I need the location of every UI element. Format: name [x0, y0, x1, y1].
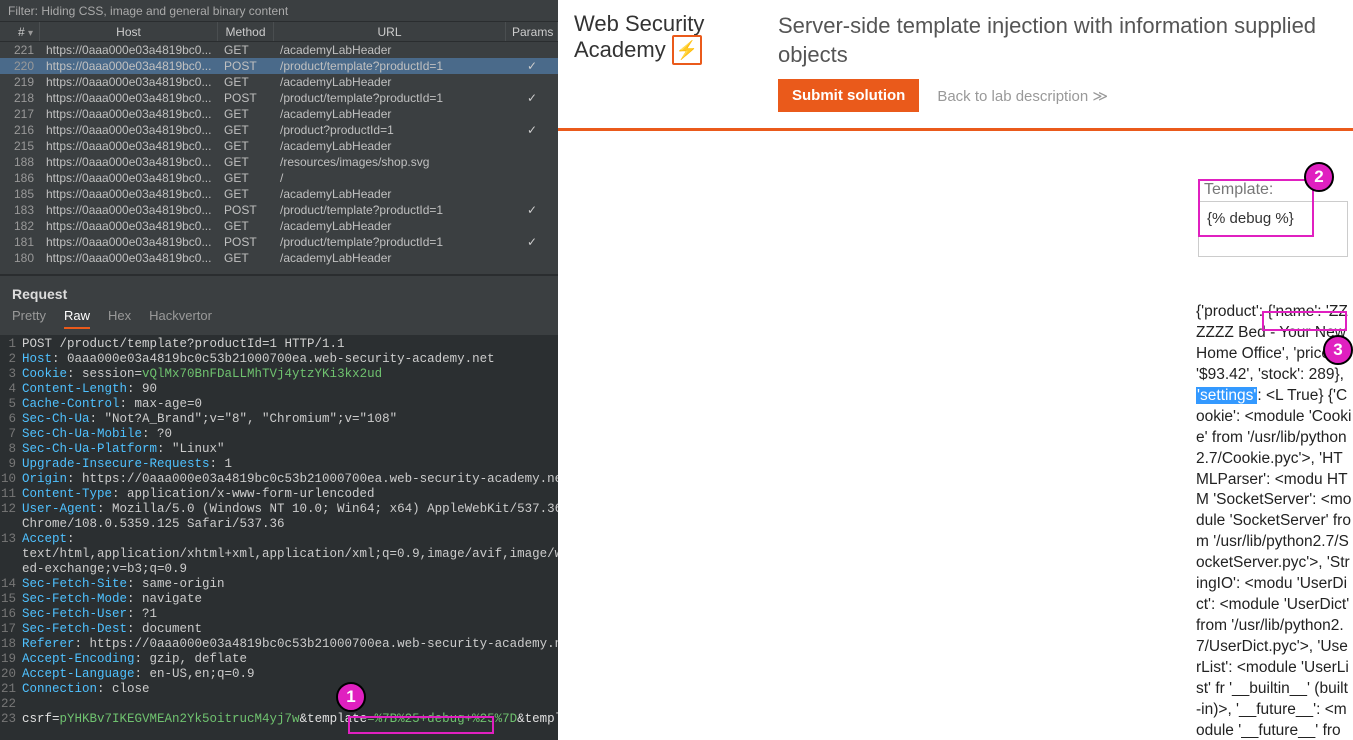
academy-logo: Web Security Academy ⚡: [574, 12, 754, 65]
table-row[interactable]: 180https://0aaa000e03a4819bc0...GET/acad…: [0, 250, 558, 266]
template-input[interactable]: [1198, 201, 1348, 257]
browser-panel: Web Security Academy ⚡ Server-side templ…: [558, 0, 1353, 740]
col-host[interactable]: Host: [40, 22, 218, 41]
tab-hex[interactable]: Hex: [108, 308, 131, 329]
col-params[interactable]: Params: [506, 22, 558, 41]
table-row[interactable]: 220https://0aaa000e03a4819bc0...POST/pro…: [0, 58, 558, 74]
highlighted-settings: 'settings': [1196, 387, 1257, 404]
tab-hackvertor[interactable]: Hackvertor: [149, 308, 212, 329]
request-section: Request Pretty Raw Hex Hackvertor 1POST …: [0, 274, 558, 740]
table-row[interactable]: 182https://0aaa000e03a4819bc0...GET/acad…: [0, 218, 558, 234]
table-row[interactable]: 185https://0aaa000e03a4819bc0...GET/acad…: [0, 186, 558, 202]
table-body: 221https://0aaa000e03a4819bc0...GET/acad…: [0, 42, 558, 274]
lab-title: Server-side template injection with info…: [778, 12, 1353, 69]
table-header: # ▾ Host Method URL Params: [0, 22, 558, 42]
back-link[interactable]: Back to lab description ≫: [937, 87, 1108, 105]
table-row[interactable]: 188https://0aaa000e03a4819bc0...GET/reso…: [0, 154, 558, 170]
tab-pretty[interactable]: Pretty: [12, 308, 46, 329]
chevron-right-icon: ≫: [1092, 88, 1108, 105]
tab-raw[interactable]: Raw: [64, 308, 90, 329]
table-row[interactable]: 183https://0aaa000e03a4819bc0...POST/pro…: [0, 202, 558, 218]
table-row[interactable]: 219https://0aaa000e03a4819bc0...GET/acad…: [0, 74, 558, 90]
col-url[interactable]: URL: [274, 22, 506, 41]
academy-icon: ⚡: [672, 35, 702, 65]
table-row[interactable]: 221https://0aaa000e03a4819bc0...GET/acad…: [0, 42, 558, 58]
request-tabs: Pretty Raw Hex Hackvertor: [0, 308, 558, 335]
request-raw-body[interactable]: 1POST /product/template?productId=1 HTTP…: [0, 335, 558, 740]
table-row[interactable]: 216https://0aaa000e03a4819bc0...GET/prod…: [0, 122, 558, 138]
filter-bar[interactable]: Filter: Hiding CSS, image and general bi…: [0, 0, 558, 22]
callout-2: 2: [1304, 162, 1334, 192]
submit-solution-button[interactable]: Submit solution: [778, 79, 919, 112]
table-row[interactable]: 181https://0aaa000e03a4819bc0...POST/pro…: [0, 234, 558, 250]
request-header: Request: [0, 276, 558, 308]
table-row[interactable]: 215https://0aaa000e03a4819bc0...GET/acad…: [0, 138, 558, 154]
table-row[interactable]: 217https://0aaa000e03a4819bc0...GET/acad…: [0, 106, 558, 122]
col-num[interactable]: # ▾: [0, 22, 40, 41]
proxy-history-panel: Filter: Hiding CSS, image and general bi…: [0, 0, 558, 740]
chevron-down-icon: ▾: [28, 28, 33, 39]
table-row[interactable]: 186https://0aaa000e03a4819bc0...GET/: [0, 170, 558, 186]
col-method[interactable]: Method: [218, 22, 274, 41]
debug-output: {'product': {'name': 'ZZZZZZ Bed - Your …: [1196, 302, 1353, 740]
divider: [558, 128, 1353, 131]
callout-1: 1: [336, 682, 366, 712]
table-row[interactable]: 218https://0aaa000e03a4819bc0...POST/pro…: [0, 90, 558, 106]
callout-3: 3: [1323, 335, 1353, 365]
